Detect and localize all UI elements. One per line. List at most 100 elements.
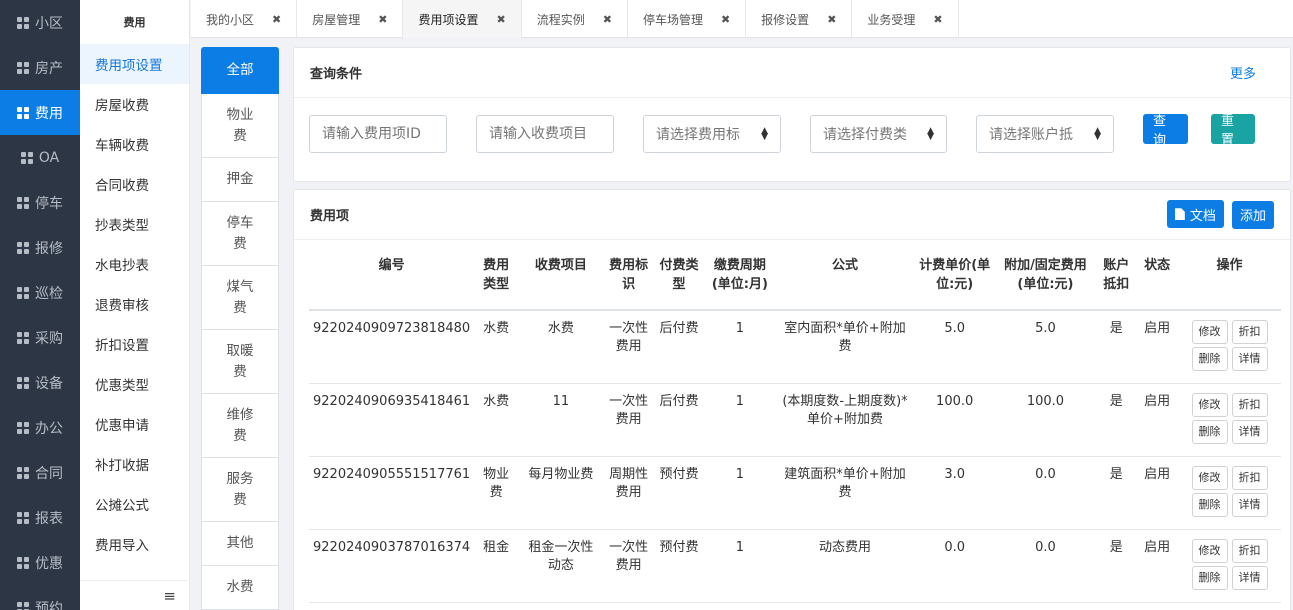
discount-button[interactable]: 折扣 [1231,320,1268,344]
close-icon[interactable]: ✖ [827,13,836,26]
collapse-menu-icon[interactable]: ≡ [80,580,190,610]
nav-item-label: OA [38,149,60,166]
submenu-item[interactable]: 费用导入 [80,524,189,564]
nav-item[interactable]: 停车 [0,180,80,225]
edit-button[interactable]: 修改 [1191,538,1228,563]
edit-button[interactable]: 修改 [1191,392,1228,417]
fee-category-item[interactable]: 取暖费 [201,330,279,394]
fee-category-item[interactable]: 押金 [201,158,279,202]
submenu-item[interactable]: 折扣设置 [80,324,189,364]
nav-item[interactable]: 设备 [0,360,80,405]
discount-button[interactable]: 折扣 [1231,392,1268,417]
fee-category-label: 全部 [226,61,254,78]
nav-item[interactable]: 巡检 [0,270,80,315]
nav-item-label: 巡检 [35,285,63,302]
edit-button[interactable]: 修改 [1191,320,1228,344]
tab[interactable]: 业务受理 ✖ [852,0,959,38]
nav-item[interactable]: 报修 [0,225,80,270]
fee-category-label: 水费 [226,579,254,595]
doc-button[interactable]: 文档 [1166,200,1224,229]
tab[interactable]: 流程实例 ✖ [522,0,628,38]
close-icon[interactable]: ✖ [933,13,942,26]
submenu-item[interactable]: 房屋收费 [80,84,189,124]
add-button[interactable]: 添加 [1231,200,1274,229]
close-icon[interactable]: ✖ [272,13,281,26]
column-header: 公式 [775,250,915,311]
cell-flag: 一次性费用 [603,529,654,603]
fee-category-label: 服务费 [226,470,254,508]
nav-item[interactable]: 报表 [0,495,80,540]
fee-category-item[interactable]: 煤气费 [201,266,279,330]
nav-item[interactable]: 采购 [0,315,80,360]
submenu-item[interactable]: 费用项设置 [80,44,189,84]
discount-button[interactable]: 折扣 [1231,538,1268,563]
account-select[interactable]: 请选择账户抵 ▲ ▼ [976,115,1114,153]
submenu-item[interactable]: 优惠类型 [80,364,189,404]
delete-button[interactable]: 删除 [1191,492,1228,517]
nav-item[interactable]: 费用 [0,90,80,135]
delete-button[interactable]: 删除 [1191,419,1228,444]
fee-category-label: 取暖费 [226,342,254,380]
detail-button[interactable]: 详情 [1231,565,1268,590]
pay-type-select[interactable]: 请选择付费类 ▲ ▼ [810,115,947,153]
submenu-item[interactable]: 退费审核 [80,284,189,324]
nav-item[interactable]: OA [0,135,80,180]
fee-category-item[interactable]: 维修费 [201,394,279,458]
fee-category-item[interactable]: 物业费 [201,94,279,158]
delete-button[interactable]: 删除 [1191,565,1228,590]
submenu-item[interactable]: 水电抄表 [80,244,189,284]
tab[interactable]: 报修设置 ✖ [746,0,853,38]
fee-category-item[interactable]: 停车费 [201,202,279,266]
nav-item[interactable]: 房产 [0,45,80,90]
search-button[interactable]: 查询 [1143,114,1188,148]
fee-flag-select[interactable]: 请选择费用标 ▲ ▼ [643,115,781,153]
column-header: 费用标识 [603,250,654,311]
submenu-item[interactable]: 车辆收费 [80,124,189,164]
fee-category-item[interactable]: 服务费 [201,458,279,522]
detail-button[interactable]: 详情 [1231,492,1268,517]
fee-category-item[interactable]: 全部 [201,47,279,94]
grid-icon [17,556,29,569]
reset-button[interactable]: 重置 [1211,114,1255,148]
close-icon[interactable]: ✖ [378,13,387,26]
discount-button[interactable]: 折扣 [1231,465,1268,490]
column-header: 账户抵扣 [1096,250,1137,311]
cell-item: 每月物业费 [518,456,604,530]
fee-category-item[interactable]: 其他 [201,522,279,566]
detail-button[interactable]: 详情 [1231,347,1268,371]
nav-item[interactable]: 优惠 [0,540,80,585]
cell-fee-type: 水费 [474,310,519,384]
column-header: 附加/固定费用(单位:元) [994,250,1097,311]
close-icon[interactable]: ✖ [721,13,730,26]
fee-category-label: 押金 [226,171,254,187]
fee-category-label: 物业费 [226,106,254,144]
delete-button[interactable]: 删除 [1191,347,1228,371]
tab[interactable]: 费用项设置 ✖ [403,0,522,38]
detail-button[interactable]: 详情 [1231,419,1268,444]
submenu-item[interactable]: 公摊公式 [80,484,189,524]
fee-item-input[interactable] [476,115,614,153]
fee-category-item[interactable]: 水费 [201,566,279,610]
table-header-row: 编号 费用类型 收费项目 费用标识 付费类型 缴费周期(单位:月) 公式 计费单价(单位:元)… [309,250,1281,311]
cell-pay-type: 后付费 [653,310,705,384]
main-nav: 小区 房产 费用 OA 停车 报修巡检采购设备 办公 合同 报表 优惠 预约 [0,0,80,610]
nav-item-label: 采购 [35,330,63,347]
tab[interactable]: 房屋管理 ✖ [297,0,404,38]
submenu-item[interactable]: 优惠申请 [80,404,189,444]
grid-icon [17,241,29,254]
close-icon[interactable]: ✖ [603,13,612,26]
submenu-item[interactable]: 合同收费 [80,164,189,204]
cell-id: 9220240906935418461 [309,383,475,457]
submenu-item[interactable]: 抄表类型 [80,204,189,244]
tab[interactable]: 我的小区 ✖ [191,0,298,38]
fee-id-input[interactable] [309,115,447,153]
more-link[interactable]: 更多 [1230,63,1256,82]
nav-item[interactable]: 办公 [0,405,80,450]
nav-item[interactable]: 合同 [0,450,80,495]
tab[interactable]: 停车场管理 ✖ [628,0,747,38]
submenu-item[interactable]: 补打收据 [80,444,189,484]
edit-button[interactable]: 修改 [1191,465,1228,490]
close-icon[interactable]: ✖ [496,13,505,26]
nav-item[interactable]: 小区 [0,0,80,45]
nav-item[interactable]: 预约 [0,585,80,610]
